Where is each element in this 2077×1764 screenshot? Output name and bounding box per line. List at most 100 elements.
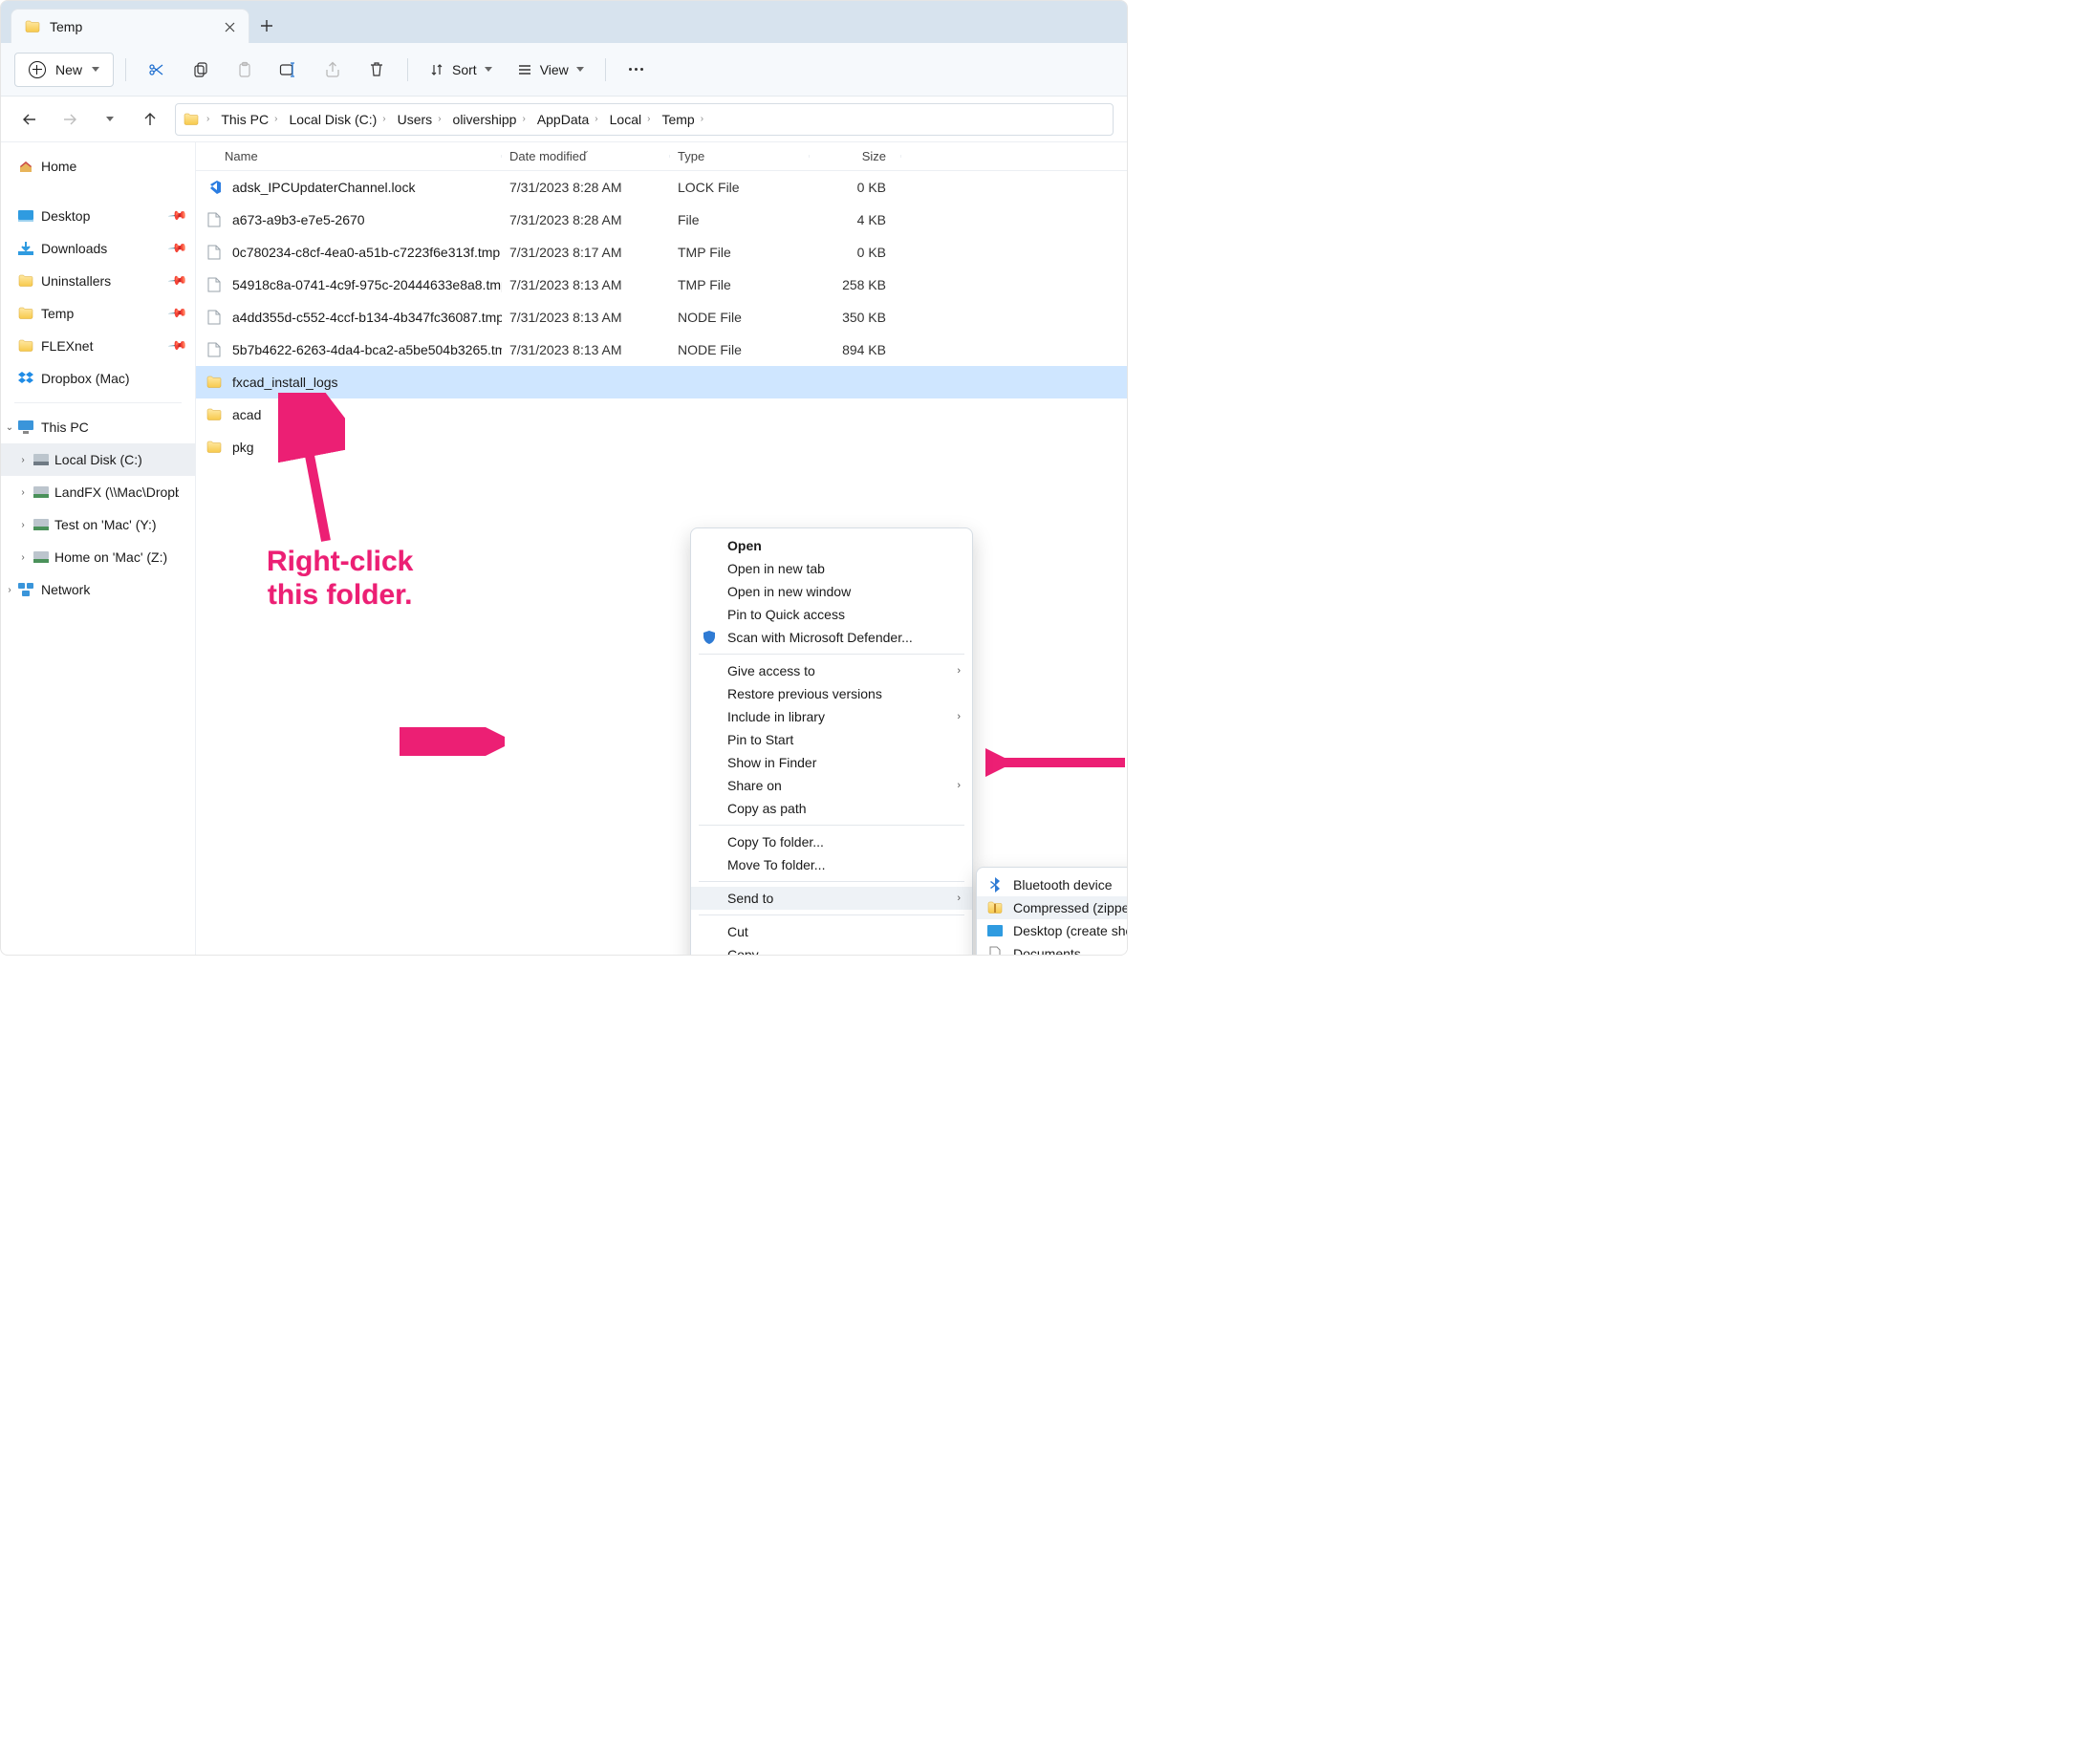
cut-button[interactable] xyxy=(138,53,176,87)
copy-icon xyxy=(192,61,209,78)
ctx-move-to[interactable]: Move To folder... xyxy=(691,853,972,876)
crumb-user[interactable]: olivershipp› xyxy=(449,112,530,127)
ellipsis-icon xyxy=(629,68,643,71)
crumb-c[interactable]: Local Disk (C:)› xyxy=(285,112,389,127)
sidebar-network[interactable]: ›Network xyxy=(1,573,195,606)
chevron-right-icon[interactable]: › xyxy=(16,520,30,530)
ctx-cut[interactable]: Cut xyxy=(691,920,972,943)
file-row[interactable]: adsk_IPCUpdaterChannel.lock7/31/2023 8:2… xyxy=(196,171,1127,204)
chevron-right-icon[interactable]: › xyxy=(16,455,30,465)
rename-icon xyxy=(279,61,298,78)
ctx-show-finder[interactable]: Show in Finder xyxy=(691,751,972,774)
recent-button[interactable] xyxy=(95,104,125,135)
sidebar-item-temp[interactable]: Temp📌 xyxy=(1,297,195,330)
crumb-thispc[interactable]: This PC› xyxy=(217,112,281,127)
sidebar-item-flexnet[interactable]: FLEXnet📌 xyxy=(1,330,195,362)
file-name: acad xyxy=(232,407,261,422)
sendto-documents[interactable]: Documents xyxy=(977,942,1128,956)
file-row[interactable]: a4dd355d-c552-4ccf-b134-4b347fc36087.tmp… xyxy=(196,301,1127,333)
ctx-open[interactable]: Open xyxy=(691,534,972,557)
address-row: › This PC› Local Disk (C:)› Users› olive… xyxy=(1,97,1127,142)
netdrive-icon xyxy=(33,517,49,532)
forward-button[interactable] xyxy=(54,104,85,135)
sidebar-item-uninstallers[interactable]: Uninstallers📌 xyxy=(1,265,195,297)
sendto-desktop[interactable]: Desktop (create shortcut) xyxy=(977,919,1128,942)
crumb-temp[interactable]: Temp› xyxy=(658,112,707,127)
delete-button[interactable] xyxy=(357,53,396,87)
paste-button[interactable] xyxy=(226,53,264,87)
file-row[interactable]: 54918c8a-0741-4c9f-975c-20444633e8a8.tmp… xyxy=(196,269,1127,301)
ctx-include-library[interactable]: Include in library› xyxy=(691,705,972,728)
close-tab-button[interactable] xyxy=(220,17,239,36)
sidebar-drive-home[interactable]: ›Home on 'Mac' (Z:) xyxy=(1,541,195,573)
ctx-open-new-window[interactable]: Open in new window xyxy=(691,580,972,603)
up-button[interactable] xyxy=(135,104,165,135)
shield-icon xyxy=(701,629,718,646)
crumb-appdata[interactable]: AppData› xyxy=(533,112,602,127)
crumb-caret[interactable]: › xyxy=(203,114,213,124)
body: Home Desktop📌 Downloads📌 Uninstallers📌 T… xyxy=(1,142,1127,955)
copy-button[interactable] xyxy=(182,53,220,87)
file-type: NODE File xyxy=(670,342,810,357)
ctx-copy-to[interactable]: Copy To folder... xyxy=(691,830,972,853)
file-date: 7/31/2023 8:13 AM xyxy=(502,277,670,292)
ctx-open-new-tab[interactable]: Open in new tab xyxy=(691,557,972,580)
file-name: 5b7b4622-6263-4da4-bca2-a5be504b3265.tmp… xyxy=(232,342,502,357)
col-type[interactable]: Type xyxy=(670,149,810,163)
col-size[interactable]: Size xyxy=(810,149,901,163)
file-row[interactable]: acad xyxy=(196,398,1127,431)
ctx-restore[interactable]: Restore previous versions xyxy=(691,682,972,705)
chevron-down-icon xyxy=(106,117,114,121)
file-name: a673-a9b3-e7e5-2670 xyxy=(232,212,365,227)
sort-button[interactable]: Sort xyxy=(420,53,502,87)
explorer-window: Temp New Sort View xyxy=(0,0,1128,956)
ctx-defender[interactable]: Scan with Microsoft Defender... xyxy=(691,626,972,649)
file-name: 54918c8a-0741-4c9f-975c-20444633e8a8.tmp xyxy=(232,277,502,292)
file-row[interactable]: pkg xyxy=(196,431,1127,463)
sidebar-item-desktop[interactable]: Desktop📌 xyxy=(1,200,195,232)
sidebar: Home Desktop📌 Downloads📌 Uninstallers📌 T… xyxy=(1,142,196,955)
share-button[interactable] xyxy=(314,53,352,87)
view-button[interactable]: View xyxy=(508,53,594,87)
ctx-copy-path[interactable]: Copy as path xyxy=(691,797,972,820)
sidebar-home[interactable]: Home xyxy=(1,150,195,183)
address-bar[interactable]: › This PC› Local Disk (C:)› Users› olive… xyxy=(175,103,1114,136)
ctx-share-on[interactable]: Share on› xyxy=(691,774,972,797)
ctx-give-access[interactable]: Give access to› xyxy=(691,659,972,682)
sidebar-item-dropbox[interactable]: Dropbox (Mac) xyxy=(1,362,195,395)
scissors-icon xyxy=(148,61,165,78)
file-row[interactable]: 5b7b4622-6263-4da4-bca2-a5be504b3265.tmp… xyxy=(196,333,1127,366)
file-row[interactable]: a673-a9b3-e7e5-26707/31/2023 8:28 AMFile… xyxy=(196,204,1127,236)
col-date[interactable]: ⌄Date modified xyxy=(502,149,670,163)
new-label: New xyxy=(55,62,82,77)
ctx-pin-quick[interactable]: Pin to Quick access xyxy=(691,603,972,626)
ctx-send-to[interactable]: Send to› xyxy=(691,887,972,910)
sendto-bluetooth[interactable]: Bluetooth device xyxy=(977,873,1128,896)
sidebar-thispc[interactable]: ⌄This PC xyxy=(1,411,195,443)
folder-icon xyxy=(18,306,33,321)
file-row[interactable]: fxcad_install_logs xyxy=(196,366,1127,398)
more-button[interactable] xyxy=(617,53,656,87)
tab-temp[interactable]: Temp xyxy=(11,9,249,43)
new-tab-button[interactable] xyxy=(249,9,284,43)
crumb-users[interactable]: Users› xyxy=(394,112,445,127)
file-type: NODE File xyxy=(670,310,810,325)
sendto-compressed[interactable]: Compressed (zipped) folder xyxy=(977,896,1128,919)
back-button[interactable] xyxy=(14,104,45,135)
sidebar-drive-c[interactable]: ›Local Disk (C:) xyxy=(1,443,195,476)
col-name[interactable]: Name xyxy=(196,149,502,163)
chevron-right-icon[interactable]: › xyxy=(16,487,30,498)
file-name: fxcad_install_logs xyxy=(232,375,338,390)
chevron-right-icon[interactable]: › xyxy=(16,552,30,563)
crumb-local[interactable]: Local› xyxy=(606,112,655,127)
file-row[interactable]: 0c780234-c8cf-4ea0-a51b-c7223f6e313f.tmp… xyxy=(196,236,1127,269)
sidebar-drive-landfx[interactable]: ›LandFX (\\Mac\Dropb xyxy=(1,476,195,508)
sidebar-item-downloads[interactable]: Downloads📌 xyxy=(1,232,195,265)
chevron-right-icon[interactable]: › xyxy=(3,585,16,595)
sidebar-drive-test[interactable]: ›Test on 'Mac' (Y:) xyxy=(1,508,195,541)
chevron-down-icon[interactable]: ⌄ xyxy=(3,422,16,433)
rename-button[interactable] xyxy=(270,53,308,87)
new-button[interactable]: New xyxy=(14,53,114,87)
ctx-pin-start[interactable]: Pin to Start xyxy=(691,728,972,751)
ctx-copy[interactable]: Copy xyxy=(691,943,972,956)
